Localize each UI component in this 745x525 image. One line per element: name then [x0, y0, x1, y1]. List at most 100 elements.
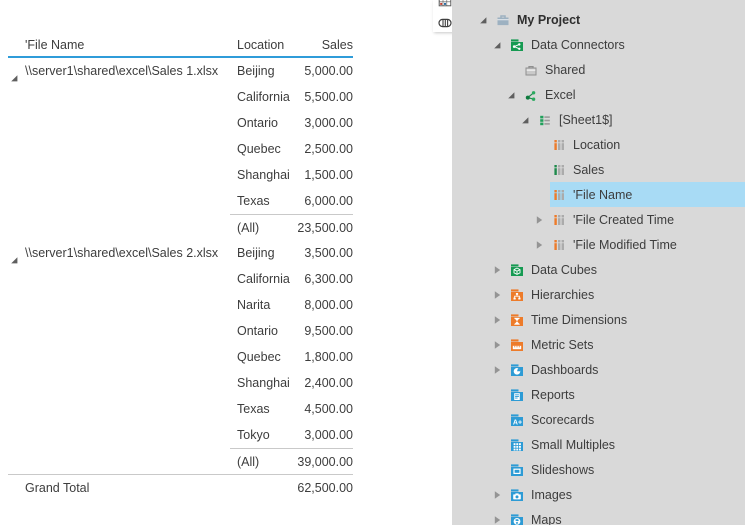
collapse-icon[interactable] — [520, 107, 536, 132]
expand-icon[interactable] — [492, 482, 508, 507]
tree-item-maps[interactable]: Maps — [452, 507, 745, 525]
location-cell: Beijing — [230, 58, 294, 84]
location-cell: Shanghai — [230, 162, 294, 188]
subtotal-row: (All)23,500.00 — [8, 214, 353, 240]
table-header-row: 'File NameLocationSales — [8, 33, 353, 58]
tree-item-content[interactable]: Data Cubes — [508, 257, 745, 282]
tree-item-shared[interactable]: Shared — [452, 57, 745, 82]
tree-item-label: Sales — [573, 163, 604, 177]
file-name-cell — [8, 266, 230, 292]
tree-item-content[interactable]: Time Dimensions — [508, 307, 745, 332]
collapse-icon[interactable] — [506, 82, 522, 107]
time-dimensions-icon — [510, 313, 524, 327]
tree-item-file-name[interactable]: 'File Name — [452, 182, 745, 207]
grand-total-spacer — [230, 475, 294, 500]
location-cell: Texas — [230, 396, 294, 422]
tree-item-content[interactable]: Dashboards — [508, 357, 745, 382]
tree-item-slideshows[interactable]: Slideshows — [452, 457, 745, 482]
tree-item-label: 'File Created Time — [573, 213, 674, 227]
tree-item-label: Images — [531, 488, 572, 502]
tree-item-metric-sets[interactable]: Metric Sets — [452, 332, 745, 357]
file-path-label: \\server1\shared\excel\Sales 2.xlsx — [25, 246, 218, 260]
tree-item-content[interactable]: Shared — [522, 57, 745, 82]
tree-item-location[interactable]: Location — [452, 132, 745, 157]
hierarchies-icon — [510, 288, 524, 302]
svg-text:A+: A+ — [513, 419, 522, 426]
sales-cell: 4,500.00 — [294, 396, 353, 422]
file-name-cell — [8, 110, 230, 136]
table-row: Ontario9,500.00 — [8, 318, 353, 344]
tree-item-time-dimensions[interactable]: Time Dimensions — [452, 307, 745, 332]
subtotal-row: (All)39,000.00 — [8, 448, 353, 474]
tree-item-data-connectors[interactable]: Data Connectors — [452, 32, 745, 57]
tree-item-content[interactable]: [Sheet1$] — [536, 107, 745, 132]
expand-icon[interactable] — [492, 257, 508, 282]
tree-item-content[interactable]: 'File Modified Time — [550, 232, 745, 257]
tree-item-content[interactable]: Maps — [508, 507, 745, 525]
dashboards-icon — [510, 363, 524, 377]
tree-item-content[interactable]: Hierarchies — [508, 282, 745, 307]
collapse-group-icon[interactable] — [9, 66, 19, 76]
tree-item-images[interactable]: Images — [452, 482, 745, 507]
tree-item-hierarchies[interactable]: Hierarchies — [452, 282, 745, 307]
collapse-icon[interactable] — [492, 32, 508, 57]
expand-icon[interactable] — [492, 507, 508, 525]
tree-item-file-created-time[interactable]: 'File Created Time — [452, 207, 745, 232]
tree-item-content[interactable]: Metric Sets — [508, 332, 745, 357]
tree-item-dashboards[interactable]: Dashboards — [452, 357, 745, 382]
expand-icon[interactable] — [492, 332, 508, 357]
location-cell: Shanghai — [230, 370, 294, 396]
sales-cell: 3,500.00 — [294, 240, 353, 266]
tree-item-data-cubes[interactable]: Data Cubes — [452, 257, 745, 282]
tree-item-content[interactable]: Slideshows — [508, 457, 745, 482]
column-text-icon — [552, 238, 566, 252]
tree-item-content[interactable]: A+Scorecards — [508, 407, 745, 432]
tree-item-content[interactable]: 'File Created Time — [550, 207, 745, 232]
expander-slot — [492, 457, 508, 482]
tree-item-excel[interactable]: Excel — [452, 82, 745, 107]
expand-icon[interactable] — [492, 307, 508, 332]
tree-item-scorecards[interactable]: A+Scorecards — [452, 407, 745, 432]
tree-item-label: Data Connectors — [531, 38, 625, 52]
tree-item-sales[interactable]: Sales — [452, 157, 745, 182]
tree-item-content[interactable]: Sales — [550, 157, 745, 182]
grid-chart-icon[interactable] — [438, 0, 452, 7]
tree-item-content[interactable]: Location — [550, 132, 745, 157]
small-multiples-icon — [510, 438, 524, 452]
expand-icon[interactable] — [492, 282, 508, 307]
tree-item-sheet1[interactable]: [Sheet1$] — [452, 107, 745, 132]
sales-cell: 1,800.00 — [294, 344, 353, 370]
tree-item-label: Location — [573, 138, 620, 152]
location-cell: Quebec — [230, 136, 294, 162]
reports-icon — [510, 388, 524, 402]
expand-icon[interactable] — [534, 232, 550, 257]
tree-item-content[interactable]: Images — [508, 482, 745, 507]
tree-item-my-project[interactable]: My Project — [452, 7, 745, 32]
file-name-cell — [8, 162, 230, 188]
tree-item-content[interactable]: Data Connectors — [508, 32, 745, 57]
tree-item-file-modified-time[interactable]: 'File Modified Time — [452, 232, 745, 257]
tree-item-content[interactable]: Small Multiples — [508, 432, 745, 457]
table-row: California6,300.00 — [8, 266, 353, 292]
grand-total-label: Grand Total — [8, 475, 230, 500]
column-header[interactable]: Location — [230, 33, 294, 56]
collapse-icon[interactable] — [478, 7, 494, 32]
tree-item-content[interactable]: 'File Name — [550, 182, 745, 207]
tree-item-reports[interactable]: Reports — [452, 382, 745, 407]
expand-icon[interactable] — [492, 357, 508, 382]
tree-item-content[interactable]: Excel — [522, 82, 745, 107]
column-header[interactable]: 'File Name — [8, 33, 230, 56]
table-row: Ontario3,000.00 — [8, 110, 353, 136]
explore-panel: My Project Data Connectors SharedExcel[She… — [452, 0, 745, 525]
expander-slot — [492, 432, 508, 457]
table-row: Narita8,000.00 — [8, 292, 353, 318]
tree-item-content[interactable]: My Project — [494, 7, 745, 32]
database-icon[interactable] — [438, 16, 452, 30]
location-cell: Narita — [230, 292, 294, 318]
expand-icon[interactable] — [534, 207, 550, 232]
collapse-group-icon[interactable] — [9, 248, 19, 258]
tree-item-content[interactable]: Reports — [508, 382, 745, 407]
tree-item-small-multiples[interactable]: Small Multiples — [452, 432, 745, 457]
column-header[interactable]: Sales — [294, 33, 353, 56]
file-name-cell: \\server1\shared\excel\Sales 2.xlsx — [8, 240, 230, 266]
